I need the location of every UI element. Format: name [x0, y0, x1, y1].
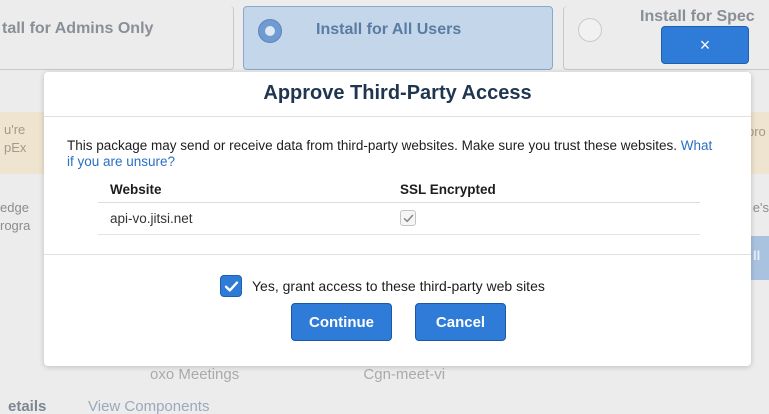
tab-view-components: View Components [88, 398, 210, 414]
website-cell: api-vo.jitsi.net [98, 202, 388, 235]
background-text: ll [753, 248, 761, 263]
table-header-row: Website SSL Encrypted [98, 178, 700, 203]
background-row: oxo Meetings Cgn-meet-vi [150, 366, 445, 383]
tab-details: etails [8, 398, 47, 414]
divider [44, 254, 751, 255]
background-text: oxo Meetings [150, 366, 240, 383]
dialog-title: Approve Third-Party Access [263, 82, 532, 104]
table-row: api-vo.jitsi.net [98, 202, 700, 235]
close-button[interactable]: × [661, 26, 749, 64]
divider [44, 116, 751, 117]
column-header-ssl: SSL Encrypted [388, 178, 700, 203]
cancel-button[interactable]: Cancel [415, 303, 506, 341]
install-all-users-option: Install for All Users [243, 6, 553, 70]
background-notice-left: u're pEx [0, 112, 50, 174]
background-text: u're [4, 122, 26, 137]
background-text: edge [0, 200, 29, 215]
ssl-cell [388, 202, 700, 235]
ssl-check-icon [400, 210, 416, 227]
install-admins-label: tall for Admins Only [2, 20, 154, 37]
radio-selected-icon [258, 19, 282, 43]
background-text: pEx [4, 140, 27, 155]
install-all-users-label: Install for All Users [316, 21, 462, 38]
install-admins-option: tall for Admins Only [0, 6, 234, 70]
grant-access-checkbox[interactable] [220, 275, 242, 297]
background-text: Cgn-meet-vi [363, 366, 446, 383]
background-text: e's [752, 200, 769, 215]
background-text: rogra [0, 218, 31, 233]
grant-access-label: Yes, grant access to these third-party w… [252, 278, 545, 294]
approve-access-dialog: Approve Third-Party Access This package … [44, 72, 751, 366]
install-specific-label: Install for Spec [640, 8, 755, 25]
close-icon: × [699, 34, 711, 55]
grant-access-checkbox-row[interactable]: Yes, grant access to these third-party w… [220, 275, 545, 297]
description-text: This package may send or receive data fr… [67, 138, 678, 153]
background-button: ll [749, 236, 769, 280]
websites-table: Website SSL Encrypted api-vo.jitsi.net [98, 178, 700, 235]
radio-unselected-icon [578, 18, 602, 42]
column-header-website: Website [98, 178, 388, 203]
dialog-description: This package may send or receive data fr… [67, 138, 717, 170]
continue-button[interactable]: Continue [291, 303, 392, 341]
